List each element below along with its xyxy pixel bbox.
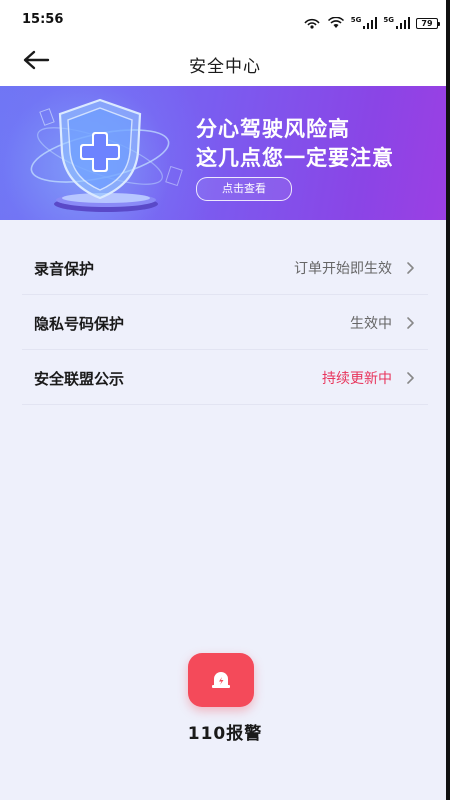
chevron-right-icon	[407, 262, 414, 274]
network-type-1: 5G	[350, 15, 362, 24]
emergency-call-button[interactable]	[188, 653, 254, 707]
banner-headline-1: 分心驾驶风险高	[196, 117, 350, 141]
chevron-right-icon	[407, 372, 414, 384]
status-icons: 5G 5G 79	[303, 14, 440, 33]
hotspot-icon	[303, 14, 321, 33]
settings-list: 录音保护 订单开始即生效 隐私号码保护 生效中 安全联盟公示 持续更新中	[0, 220, 450, 405]
settings-item-private-number[interactable]: 隐私号码保护 生效中	[22, 295, 428, 350]
emergency-call-label[interactable]: 110报警	[0, 719, 450, 744]
status-time: 15:56	[22, 12, 64, 27]
battery-icon: 79	[416, 18, 440, 29]
item-value: 订单开始即生效	[294, 261, 392, 277]
settings-item-safety-alliance[interactable]: 安全联盟公示 持续更新中	[22, 350, 428, 405]
item-label: 隐私号码保护	[34, 315, 125, 333]
safety-banner[interactable]: 分心驾驶风险高 这几点您一定要注意 点击查看	[0, 86, 450, 220]
chevron-right-icon	[407, 317, 414, 329]
signal-icon-2	[396, 14, 410, 33]
page-title: 安全中心	[189, 57, 261, 77]
item-label: 录音保护	[34, 260, 95, 278]
safety-center-screen: 15:56 5G 5G 79 安全中心 分心驾驶风险高 这几点您一定要注意 点击…	[0, 0, 450, 800]
status-bar: 15:56 5G 5G 79	[0, 0, 450, 40]
view-details-button[interactable]: 点击查看	[196, 177, 292, 201]
alarm-light-icon	[212, 672, 230, 688]
signal-icon	[363, 14, 378, 33]
screen-edge	[446, 0, 450, 800]
wifi-icon	[327, 14, 345, 33]
item-label: 安全联盟公示	[34, 370, 125, 388]
shield-plus-icon	[30, 98, 183, 212]
settings-item-recording-protection[interactable]: 录音保护 订单开始即生效	[22, 220, 428, 295]
banner-headline-2: 这几点您一定要注意	[196, 146, 394, 170]
top-nav-bar: 安全中心	[0, 40, 450, 86]
network-type-2: 5G	[383, 15, 394, 24]
item-value: 生效中	[350, 316, 392, 332]
item-value: 持续更新中	[322, 371, 392, 387]
